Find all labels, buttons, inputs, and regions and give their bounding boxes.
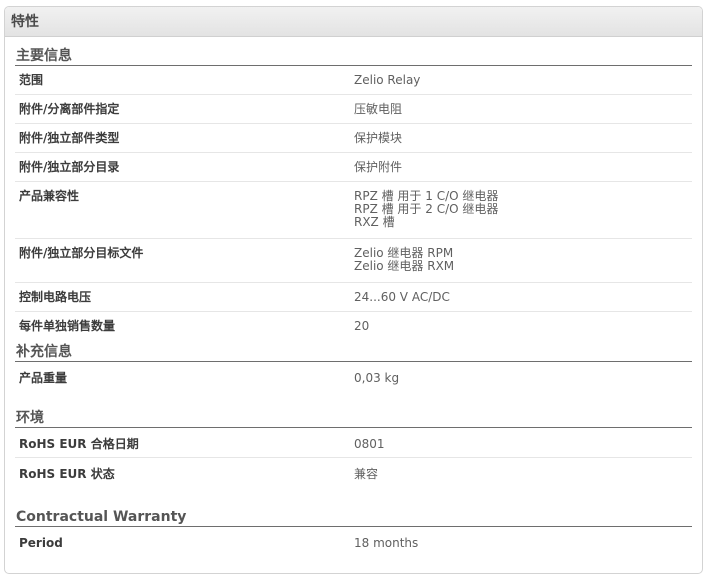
value-line: 0,03 kg [354, 371, 400, 385]
table-row: 产品兼容性 RPZ 槽 用于 1 C/O 继电器 RPZ 槽 用于 2 C/O … [15, 182, 692, 239]
value-line: 0801 [354, 437, 385, 451]
table-row: 范围 Zelio Relay [15, 66, 692, 95]
row-label: 产品重量 [19, 371, 68, 385]
row-value: 保护附件 [354, 161, 402, 181]
table-row: Period 18 months [15, 527, 692, 557]
table-row: 附件/分离部件指定 压敏电阻 [15, 95, 692, 124]
panel-content: 主要信息 范围 Zelio Relay 附件/分离部件指定 压敏电阻 附件/独立… [5, 47, 702, 557]
value-line: 24...60 V AC/DC [354, 290, 450, 304]
row-value: Zelio 继电器 RPM Zelio 继电器 RXM [354, 247, 454, 282]
section-contractual-warranty: Contractual Warranty Period 18 months [15, 508, 692, 557]
row-label: 附件/独立部件类型 [19, 131, 120, 145]
row-value: RPZ 槽 用于 1 C/O 继电器 RPZ 槽 用于 2 C/O 继电器 RX… [354, 190, 498, 238]
row-value: 18 months [354, 537, 418, 557]
row-value: 24...60 V AC/DC [354, 291, 450, 311]
row-label: 每件单独销售数量 [19, 319, 116, 333]
table-row: 产品重量 0,03 kg [15, 362, 692, 399]
section-main-info: 主要信息 范围 Zelio Relay 附件/分离部件指定 压敏电阻 附件/独立… [15, 47, 692, 341]
row-label: 附件/分离部件指定 [19, 102, 120, 116]
table-row: 附件/独立部件类型 保护模块 [15, 124, 692, 153]
row-value: 20 [354, 320, 369, 341]
section-supplementary-info: 补充信息 产品重量 0,03 kg [15, 343, 692, 399]
value-line: 18 months [354, 536, 419, 550]
value-line: 保护附件 [354, 160, 403, 174]
row-value: 0,03 kg [354, 372, 399, 399]
row-value: Zelio Relay [354, 74, 420, 94]
row-value: 兼容 [354, 468, 378, 488]
table-row: 每件单独销售数量 20 [15, 312, 692, 341]
row-label: 范围 [19, 73, 44, 87]
row-value: 保护模块 [354, 132, 402, 152]
table-row: 附件/独立部分目录 保护附件 [15, 153, 692, 182]
section-title: 补充信息 [15, 343, 692, 362]
table-row: 控制电路电压 24...60 V AC/DC [15, 283, 692, 312]
section-title: 环境 [15, 409, 692, 428]
value-line: 保护模块 [354, 131, 403, 145]
value-line: Zelio Relay [354, 73, 421, 87]
row-label: 控制电路电压 [19, 290, 92, 304]
value-line: Zelio 继电器 RXM [354, 259, 455, 273]
section-title: 主要信息 [15, 47, 692, 66]
row-value: 0801 [354, 438, 385, 457]
row-value: 压敏电阻 [354, 103, 402, 123]
value-line: 20 [354, 319, 370, 333]
table-row: RoHS EUR 状态 兼容 [15, 458, 692, 488]
row-label: 产品兼容性 [19, 189, 80, 203]
section-environment: 环境 RoHS EUR 合格日期 0801 RoHS EUR 状态 兼容 [15, 409, 692, 488]
value-line: RXZ 槽 [354, 215, 395, 229]
row-label: 附件/独立部分目标文件 [19, 246, 144, 260]
row-label: RoHS EUR 合格日期 [19, 437, 139, 451]
value-line: 兼容 [354, 467, 379, 481]
section-title: Contractual Warranty [15, 508, 692, 527]
row-label: 附件/独立部分目录 [19, 160, 120, 174]
panel-title: 特性 [5, 7, 702, 37]
row-label: Period [19, 536, 63, 550]
table-row: RoHS EUR 合格日期 0801 [15, 428, 692, 458]
characteristics-panel: 特性 主要信息 范围 Zelio Relay 附件/分离部件指定 压敏电阻 附件… [4, 6, 703, 574]
row-label: RoHS EUR 状态 [19, 467, 115, 481]
table-row: 附件/独立部分目标文件 Zelio 继电器 RPM Zelio 继电器 RXM [15, 239, 692, 283]
value-line: 压敏电阻 [354, 102, 403, 116]
